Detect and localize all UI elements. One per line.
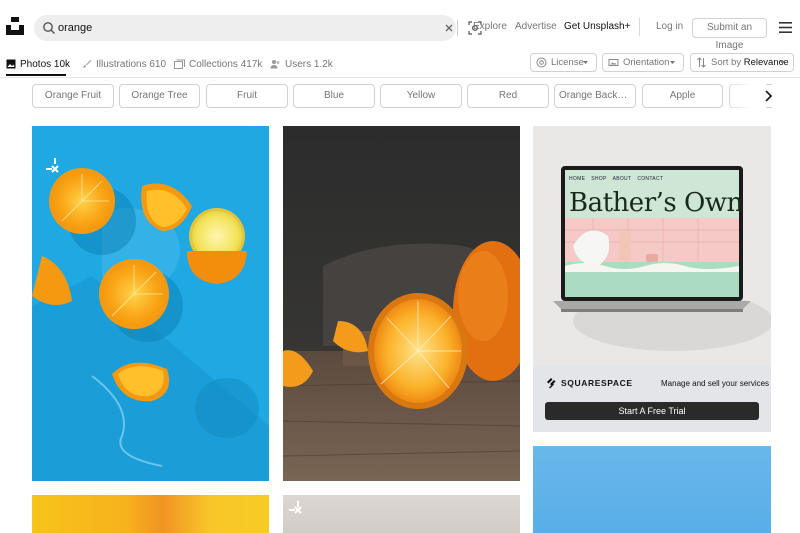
license-filter-label: License [551,57,584,68]
license-filter[interactable]: License [530,53,597,72]
ad-screen-nav: HOME SHOP ABOUT CONTACT [569,176,669,182]
chevron-down-icon [583,61,588,64]
photo-orange-on-wood-image [283,126,520,481]
squarespace-logo-icon [547,378,556,389]
users-icon [270,60,280,69]
ad-screen-nav-item: SHOP [591,176,607,182]
ad-screen-title: Bather’s Own [569,188,743,218]
unsplash-logo[interactable] [6,17,24,35]
tab-collections[interactable]: Collections 417k [174,56,262,74]
submit-image-button[interactable]: Submit an Image [692,18,767,51]
plus-badge-icon [289,501,302,514]
chip-red[interactable]: Red [467,84,549,108]
tab-photos-label: Photos 10k [20,59,71,70]
ad-tagline: Manage and sell your services [661,379,770,388]
brush-icon [83,60,92,69]
tab-illustrations[interactable]: Illustrations 610 [82,56,166,74]
nav-get-unsplash-plus[interactable]: Get Unsplash+ [564,21,630,32]
orientation-filter[interactable]: Orientation [602,53,684,72]
search-divider [457,20,458,36]
chips-fade [726,84,766,108]
sort-filter[interactable]: Sort by Relevance [690,53,794,72]
chip-yellow[interactable]: Yellow [380,84,462,108]
ad-screen-nav-item: HOME [569,176,586,182]
sort-icon [697,57,706,68]
tab-users[interactable]: Users 1.2k [270,56,333,74]
collection-icon [174,59,185,70]
tab-collections-label: Collections 417k [189,59,263,70]
search-icon [43,22,55,34]
tab-illustrations-label: Illustrations 610 [96,59,167,70]
chip-apple[interactable]: Apple [642,84,723,108]
ad-screen-nav-item: ABOUT [612,176,632,182]
chip-orange-fruit[interactable]: Orange Fruit [32,84,114,108]
orientation-icon [608,59,619,66]
hamburger-menu-icon[interactable] [779,22,792,33]
photo-orange-on-wood[interactable] [283,126,520,481]
nav-explore[interactable]: Explore [473,21,507,32]
orientation-filter-label: Orientation [623,57,670,68]
sort-filter-prefix: Sort by [711,57,742,68]
chip-fruit[interactable]: Fruit [206,84,288,108]
nav-advertise[interactable]: Advertise [515,21,557,32]
search-input[interactable] [58,19,358,37]
login-link[interactable]: Log in [656,21,683,32]
ad-screen-nav-item: CONTACT [637,176,664,182]
laptop-mockup-image [533,126,771,366]
related-searches: Orange Fruit Orange Tree Fruit Blue Yell… [32,84,772,108]
chevron-right-icon[interactable] [762,88,774,104]
photo-blue-sky[interactable] [533,446,771,533]
tab-photos[interactable]: Photos 10k [6,56,70,74]
chip-orange-tree[interactable]: Orange Tree [119,84,200,108]
chevron-down-icon [780,61,785,64]
filter-bar: Photos 10k Illustrations 610 Collections… [0,52,800,78]
chevron-down-icon [670,61,675,64]
photo-grey-texture[interactable] [283,495,520,533]
license-icon [536,57,547,68]
active-tab-underline [6,74,66,76]
tab-users-label: Users 1.2k [285,59,333,70]
chip-orange-background[interactable]: Orange Backgro... [554,84,636,108]
search-bar[interactable] [34,15,482,41]
chip-blue[interactable]: Blue [293,84,375,108]
photo-icon [6,59,16,69]
photo-oranges-on-blue-image [32,126,269,481]
photo-oranges-on-blue[interactable] [32,126,269,481]
ad-brand: SQUARESPACE [561,378,633,388]
squarespace-ad[interactable]: HOME SHOP ABOUT CONTACT Bather’s Own SQUARE… [533,126,771,432]
nav-divider [639,18,640,36]
top-bar: Explore Advertise Get Unsplash+ Log in S… [0,0,800,52]
clear-search-icon[interactable] [442,21,456,35]
photo-orange-yellow[interactable] [32,495,269,533]
ad-start-trial-button[interactable]: Start A Free Trial [545,402,759,420]
